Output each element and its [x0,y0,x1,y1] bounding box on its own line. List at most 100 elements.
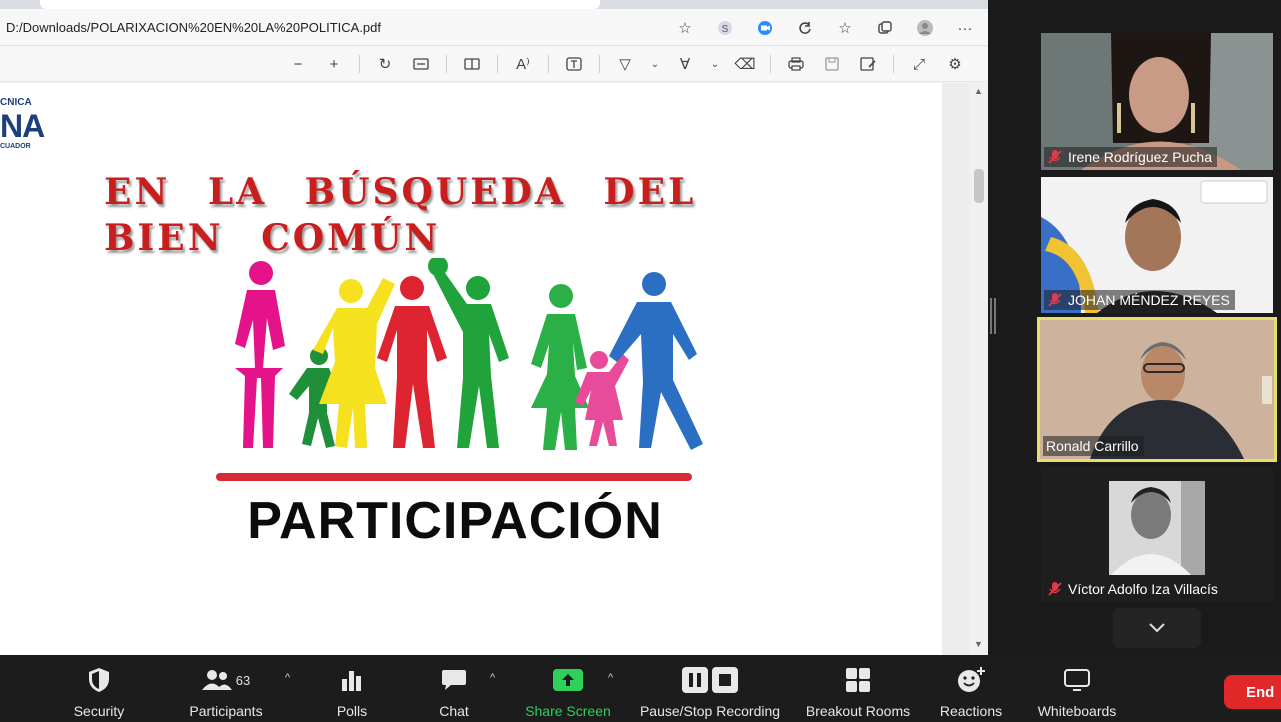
security-label: Security [73,703,125,719]
reactions-label: Reactions [939,703,1003,719]
participants-count: 63 [235,672,251,688]
whiteboards-button[interactable]: Whiteboards [1030,655,1124,722]
slide-keyword: PARTICIPACIÓN [247,492,663,550]
profile-avatar-icon[interactable] [914,17,936,39]
participant-name: JOHAN MÉNDEZ REYES [1068,292,1230,308]
pdf-page: CNICA NA CUADOR EN LA BÚSQUEDA DEL BIEN … [0,83,942,655]
participant-name-label: JOHAN MÉNDEZ REYES [1044,290,1235,310]
participants-label: Participants [189,703,263,719]
participant-name-label: Ronald Carrillo [1043,436,1144,456]
divider [599,55,600,73]
pause-stop-recording-button[interactable]: Pause/Stop Recording [634,655,786,722]
active-speaker-tile[interactable]: Ronald Carrillo [1037,317,1277,462]
favorite-add-icon[interactable]: ☆ [674,17,696,39]
figure-green-woman [531,284,589,450]
draw-icon[interactable]: ∀ [674,52,696,76]
institution-logo: CNICA NA CUADOR [0,97,45,153]
polls-button[interactable]: Polls [325,655,379,722]
share-options-caret-icon[interactable]: ^ [608,672,613,684]
meeting-controls-toolbar: Security 63 Participants ^ Polls Chat ^ … [0,655,1281,722]
participant-name: Víctor Adolfo Iza Villacís [1068,581,1218,597]
chat-bubble-icon [442,670,466,690]
browser-tab[interactable] [40,0,600,9]
share-screen-label: Share Screen [525,703,611,719]
read-aloud-icon[interactable]: A⁾ [512,52,534,76]
zoom-window: D:/Downloads/POLARIXACION%20EN%20LA%20PO… [0,0,1281,722]
divider [497,55,498,73]
more-menu-icon[interactable]: ··· [954,17,976,39]
chat-label: Chat [439,703,469,719]
video-tile[interactable]: JOHAN MÉNDEZ REYES [1041,177,1273,313]
text-box-icon[interactable] [563,52,585,76]
bar-chart-icon [342,671,361,691]
scroll-down-icon[interactable]: ▼ [974,639,983,649]
stop-icon [712,667,738,693]
divider [893,55,894,73]
participant-name-label: Irene Rodríguez Pucha [1044,147,1217,167]
chevron-down-icon [1149,623,1165,633]
divider [359,55,360,73]
extension-s-icon[interactable]: S [714,17,736,39]
chevron-down-icon[interactable]: ⌄ [650,52,660,76]
scroll-up-icon[interactable]: ▲ [974,86,983,96]
chat-options-caret-icon[interactable]: ^ [490,672,495,684]
logo-text: CUADOR [0,143,31,150]
extension-refresh-icon[interactable] [794,17,816,39]
page-view-icon[interactable] [461,52,483,76]
video-tile[interactable]: Irene Rodríguez Pucha [1041,33,1273,170]
pdf-scrollbar[interactable]: ▲ ▼ [970,83,988,655]
reactions-button[interactable]: Reactions [934,655,1008,722]
eraser-icon[interactable]: ⌫ [734,52,756,76]
logo-text: NA [0,108,45,144]
figure-red-man [377,276,447,448]
address-bar-icons: ☆ S ☆ ··· [674,17,976,39]
smile-plus-icon [958,667,985,692]
chat-button[interactable]: Chat [428,655,480,722]
shield-icon [89,668,109,692]
end-label: End [1246,683,1275,701]
share-screen-button[interactable]: Share Screen [522,655,614,722]
whiteboard-icon [1064,669,1090,691]
address-bar[interactable]: D:/Downloads/POLARIXACION%20EN%20LA%20PO… [0,9,988,46]
browser-tab-strip [0,0,988,9]
participants-options-caret-icon[interactable]: ^ [285,672,290,684]
slide-title: EN LA BÚSQUEDA DEL BIEN COMÚN [104,171,697,259]
save-as-icon[interactable] [857,52,879,76]
end-meeting-button[interactable]: End [1224,675,1281,709]
address-url[interactable]: D:/Downloads/POLARIXACION%20EN%20LA%20PO… [6,20,381,35]
participant-name: Ronald Carrillo [1046,438,1139,454]
breakout-rooms-label: Breakout Rooms [805,703,911,719]
save-icon[interactable] [821,52,843,76]
svg-text:S: S [722,24,729,35]
divider [548,55,549,73]
video-tile[interactable]: Víctor Adolfo Iza Villacís [1041,467,1273,602]
security-button[interactable]: Security [64,655,134,722]
chevron-down-icon[interactable]: ⌄ [710,52,720,76]
settings-gear-icon[interactable]: ⚙ [944,52,966,76]
people-icon [201,670,232,690]
extension-zoom-icon[interactable] [754,17,776,39]
participants-button[interactable]: 63 Participants [183,655,269,722]
pdf-toolbar: − + ↻ A⁾ ▽ ⌄ ∀ ⌄ ⌫ ⤢ ⚙ [0,46,988,82]
divider [446,55,447,73]
fullscreen-icon[interactable]: ⤢ [908,52,930,76]
print-icon[interactable] [785,52,807,76]
share-arrow-icon [553,669,583,691]
next-participants-button[interactable] [1113,608,1201,648]
pdf-viewport[interactable]: CNICA NA CUADOR EN LA BÚSQUEDA DEL BIEN … [0,83,988,655]
fit-page-icon[interactable] [410,52,432,76]
participant-panel: Irene Rodríguez Pucha JOHAN MÉNDEZ REYES [996,0,1281,655]
zoom-in-icon[interactable]: + [323,52,345,76]
highlight-icon[interactable]: ▽ [614,52,636,76]
zoom-out-icon[interactable]: − [287,52,309,76]
participant-name-label: Víctor Adolfo Iza Villacís [1044,579,1223,599]
muted-mic-icon [1047,149,1063,165]
collections-icon[interactable] [874,17,896,39]
scrollbar-thumb[interactable] [974,169,984,203]
rotate-icon[interactable]: ↻ [374,52,396,76]
breakout-rooms-button[interactable]: Breakout Rooms [800,655,916,722]
participation-people-illustration [235,258,703,450]
favorites-icon[interactable]: ☆ [834,17,856,39]
divider [770,55,771,73]
pause-icon [682,667,708,693]
